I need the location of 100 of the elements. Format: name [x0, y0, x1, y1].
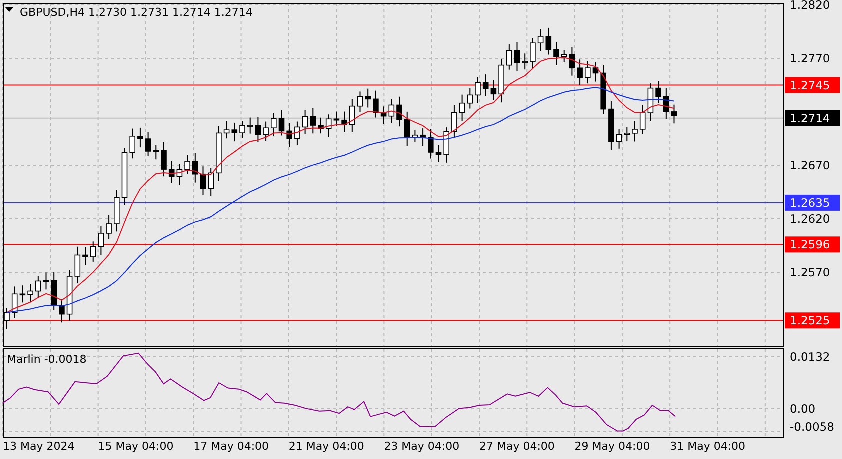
- candle: [554, 42, 560, 66]
- candle: [404, 111, 410, 147]
- candle: [656, 80, 662, 104]
- candle: [278, 110, 285, 136]
- candle: [420, 128, 426, 147]
- candle: [184, 154, 190, 175]
- candle: [145, 132, 152, 157]
- candle: [436, 144, 442, 163]
- candle: [271, 112, 277, 138]
- candle: [286, 122, 292, 148]
- candle: [114, 190, 120, 232]
- candle: [616, 128, 622, 150]
- time-axis-label: 31 May 04:00: [670, 440, 746, 453]
- candle: [263, 121, 269, 142]
- candle: [388, 98, 395, 124]
- indicator-axis-label: 0.0132: [790, 350, 830, 364]
- candle: [632, 120, 638, 142]
- candle: [452, 104, 458, 138]
- candle: [561, 50, 568, 64]
- candle: [216, 126, 222, 182]
- candle: [208, 168, 214, 197]
- candle: [648, 83, 654, 122]
- candle: [176, 164, 183, 186]
- candle: [624, 126, 630, 142]
- candle: [66, 270, 73, 322]
- price-axis-label: 1.2770: [790, 52, 830, 66]
- candle: [43, 272, 50, 290]
- candle: [396, 96, 402, 128]
- level-price-marker: 1.2596: [785, 236, 840, 253]
- candle: [192, 152, 198, 184]
- candle: [444, 127, 450, 164]
- time-axis-label: 29 May 04:00: [574, 440, 650, 453]
- candle: [28, 284, 34, 303]
- candle: [357, 91, 364, 113]
- candle: [608, 100, 614, 151]
- candle: [538, 29, 544, 52]
- candle: [592, 62, 599, 82]
- dropdown-triangle-icon[interactable]: [5, 7, 14, 12]
- chart-title: GBPUSD,H4 1.2730 1.2731 1.2714 1.2714: [20, 6, 253, 19]
- candle: [310, 108, 316, 134]
- candle: [498, 58, 504, 104]
- candle: [232, 122, 238, 142]
- level-price-marker: 1.2745: [785, 77, 840, 94]
- time-axis-label: 23 May 04:00: [384, 440, 460, 453]
- candle: [200, 166, 206, 196]
- candle: [318, 117, 324, 134]
- candle: [490, 80, 497, 101]
- candle: [600, 64, 606, 115]
- candle: [153, 144, 160, 160]
- candle: [380, 106, 387, 125]
- candle: [20, 285, 26, 304]
- candle: [428, 128, 434, 160]
- candle: [74, 246, 81, 284]
- level-price-marker: 1.2525: [785, 312, 840, 329]
- candle: [4, 308, 10, 330]
- candle: [224, 120, 230, 140]
- candle: [255, 116, 262, 143]
- candle: [334, 111, 340, 127]
- candle: [51, 272, 57, 311]
- candle: [459, 94, 466, 122]
- candle: [546, 27, 552, 56]
- candle: [240, 120, 246, 139]
- candle: [482, 74, 489, 97]
- indicator-axis-label: -0.0058: [790, 420, 834, 434]
- candle: [82, 246, 88, 266]
- price-axis-label: 1.2670: [790, 158, 830, 172]
- indicator-label: Marlin -0.0018: [7, 353, 87, 366]
- candle: [326, 114, 332, 138]
- current-price-marker: 1.2714: [785, 110, 840, 126]
- price-axis-label: 1.2820: [790, 0, 830, 12]
- candle: [122, 148, 128, 206]
- candle: [467, 88, 474, 110]
- candle: [302, 110, 308, 135]
- candle: [475, 76, 481, 104]
- candle: [522, 53, 528, 70]
- candle: [514, 42, 520, 72]
- candle: [365, 88, 371, 108]
- candle: [12, 286, 18, 319]
- candle: [36, 275, 42, 298]
- candle: [585, 61, 591, 84]
- level-price-marker: 1.2635: [785, 194, 840, 211]
- candle: [130, 128, 136, 160]
- candle: [373, 90, 379, 118]
- time-axis-label: 21 May 04:00: [288, 440, 364, 453]
- candle: [90, 241, 96, 262]
- time-axis-label: 17 May 04:00: [194, 440, 270, 453]
- candle: [138, 127, 144, 148]
- candle: [161, 142, 167, 178]
- time-axis-label: 27 May 04:00: [480, 440, 555, 453]
- candle: [577, 59, 583, 86]
- candle: [294, 121, 300, 146]
- candle: [530, 38, 536, 70]
- candle: [671, 104, 678, 124]
- candle: [98, 226, 104, 256]
- candle: [350, 98, 356, 133]
- price-axis-label: 1.2570: [790, 266, 830, 280]
- candle: [664, 88, 670, 120]
- candle: [342, 111, 348, 133]
- candle: [640, 104, 646, 134]
- candle: [106, 214, 112, 240]
